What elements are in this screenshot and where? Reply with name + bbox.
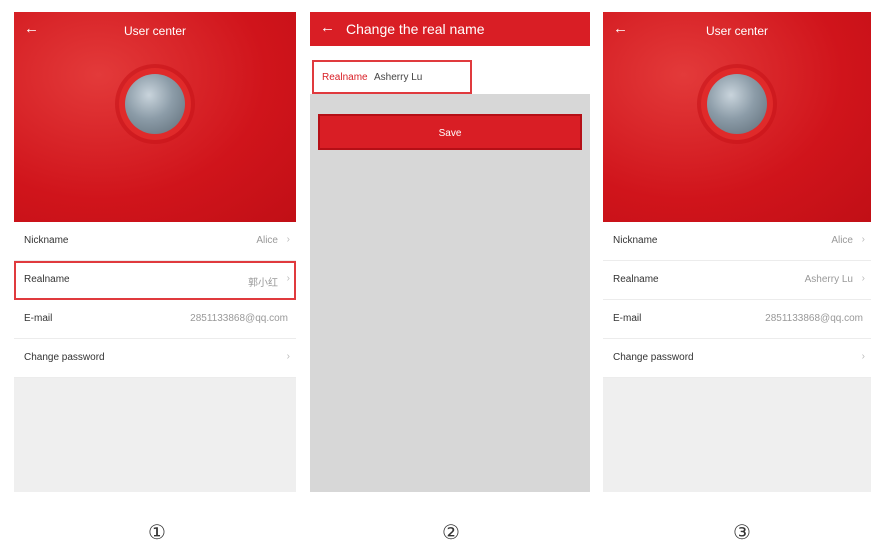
chevron-right-icon: ›: [861, 273, 865, 284]
field-label: Realname: [322, 72, 368, 83]
realname-field-row: Realname Asherry Lu: [310, 46, 590, 94]
field-value: Asherry Lu: [374, 72, 423, 83]
row-value: 2851133868@qq.com: [190, 313, 288, 324]
step-number-3: ③: [733, 522, 751, 544]
step-number-1: ①: [148, 522, 166, 544]
row-value: Alice: [256, 235, 278, 246]
row-label: E-mail: [24, 313, 53, 324]
realname-input[interactable]: Realname Asherry Lu: [312, 60, 472, 94]
save-button[interactable]: Save: [318, 114, 582, 150]
profile-header: ← User center: [14, 12, 296, 222]
row-email: E-mail 2851133868@qq.com: [603, 300, 871, 339]
row-label: Realname: [613, 274, 659, 285]
avatar[interactable]: [707, 74, 767, 134]
row-label: Nickname: [613, 235, 658, 246]
row-email: E-mail 2851133868@qq.com: [14, 300, 296, 339]
screen-user-center-before: ← User center Nickname Alice › Realname …: [14, 12, 296, 492]
row-value: Asherry Lu: [804, 274, 853, 285]
row-value: Alice: [831, 235, 853, 246]
chevron-right-icon: ›: [286, 273, 290, 284]
row-label: E-mail: [613, 313, 642, 324]
page-title: User center: [123, 24, 187, 38]
profile-list: Nickname Alice › Realname 郭小红 › E-mail 2…: [14, 222, 296, 378]
row-nickname[interactable]: Nickname Alice ›: [14, 222, 296, 261]
row-change-password[interactable]: Change password ›: [603, 339, 871, 378]
row-value: 郭小红: [248, 278, 278, 289]
row-label: Change password: [24, 352, 105, 363]
screen-user-center-after: ← User center Nickname Alice › Realname …: [603, 12, 871, 492]
row-nickname[interactable]: Nickname Alice ›: [603, 222, 871, 261]
top-bar: ← Change the real name: [310, 12, 590, 46]
profile-list: Nickname Alice › Realname Asherry Lu › E…: [603, 222, 871, 378]
profile-header: ← User center: [603, 12, 871, 222]
row-value: 2851133868@qq.com: [765, 313, 863, 324]
avatar-ring: [701, 68, 773, 140]
page-title: Change the real name: [346, 21, 485, 37]
row-realname[interactable]: Realname Asherry Lu ›: [603, 261, 871, 300]
chevron-right-icon: ›: [286, 351, 290, 362]
row-label: Nickname: [24, 235, 69, 246]
row-label: Change password: [613, 352, 694, 363]
avatar-ring: [119, 68, 191, 140]
screen-change-real-name: ← Change the real name Realname Asherry …: [310, 12, 590, 492]
page-title: User center: [705, 24, 769, 38]
step-number-2: ②: [442, 522, 460, 544]
row-realname[interactable]: Realname 郭小红 ›: [14, 261, 296, 300]
chevron-right-icon: ›: [861, 234, 865, 245]
row-label: Realname: [24, 274, 70, 285]
back-arrow-icon[interactable]: ←: [320, 19, 335, 36]
avatar[interactable]: [125, 74, 185, 134]
chevron-right-icon: ›: [286, 234, 290, 245]
row-change-password[interactable]: Change password ›: [14, 339, 296, 378]
chevron-right-icon: ›: [861, 351, 865, 362]
